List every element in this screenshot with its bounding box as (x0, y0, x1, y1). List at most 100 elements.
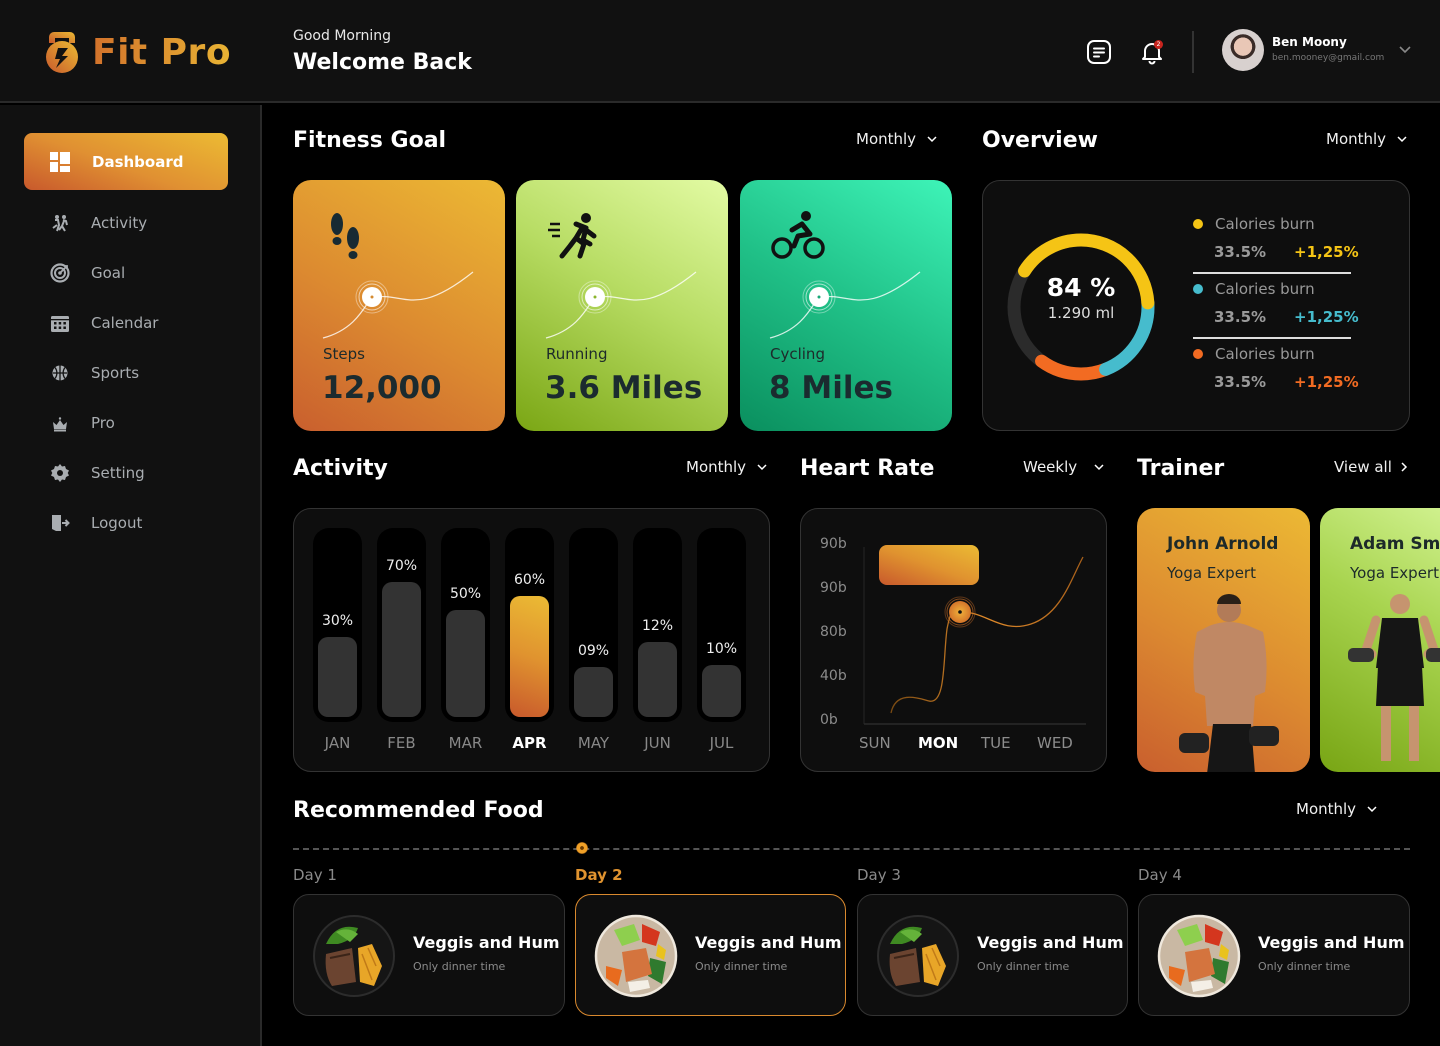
notes-icon[interactable] (1086, 39, 1112, 65)
heart-rate-highlight-point[interactable] (944, 596, 976, 628)
food-card[interactable]: Veggis and Hum Only dinner time (857, 894, 1128, 1016)
bar-jun[interactable] (638, 642, 677, 717)
sidebar-item-goal[interactable]: Goal (50, 263, 125, 283)
bar-jan[interactable] (318, 637, 357, 717)
sidebar-item-pro[interactable]: Pro (50, 413, 115, 433)
trainer-photo (1179, 594, 1279, 772)
sidebar-item-sports[interactable]: Sports (50, 363, 139, 383)
fitness-goal-title: Fitness Goal (293, 128, 447, 153)
chevron-down-icon (757, 464, 767, 471)
food-card[interactable]: Veggis and Hum Only dinner time (293, 894, 565, 1016)
fitness-goal-period-dropdown[interactable]: Monthly (856, 130, 938, 148)
sidebar-item-label: Dashboard (92, 152, 184, 171)
y-tick-label: 90b (820, 536, 847, 552)
bar-track: 70% (377, 528, 426, 722)
welcome-title: Welcome Back (293, 50, 472, 75)
sidebar-item-dashboard[interactable]: Dashboard (24, 133, 228, 190)
sidebar-item-logout[interactable]: Logout (50, 513, 142, 533)
sidebar-item-label: Goal (91, 264, 126, 282)
gear-icon (51, 464, 69, 482)
food-title: Veggis and Hum (977, 933, 1124, 952)
activity-title: Activity (293, 456, 388, 481)
bar-track: 10% (697, 528, 746, 722)
overview-center: 84 % 1.290 ml (1003, 273, 1159, 322)
bar-value-label: 50% (449, 586, 482, 602)
fitness-card-steps[interactable]: Steps 12,000 (293, 180, 505, 431)
fitness-card-value: 3.6 Miles (545, 370, 703, 406)
target-icon (50, 263, 70, 283)
heart-rate-period-dropdown[interactable]: Weekly (1023, 458, 1105, 476)
legend-change: +1,25% (1294, 308, 1359, 326)
legend-dot-yellow (1193, 219, 1203, 229)
food-period-dropdown[interactable]: Monthly (1296, 800, 1378, 818)
fitness-card-cycling[interactable]: Cycling 8 Miles (740, 180, 952, 431)
user-name: Ben Moony (1272, 35, 1347, 49)
bar-may[interactable] (574, 667, 613, 717)
trainer-title: Trainer (1137, 456, 1225, 481)
user-email: ben.mooney@gmail.com (1272, 53, 1385, 63)
chevron-down-icon (927, 136, 937, 143)
food-title: Veggis and Hum (695, 933, 842, 952)
chevron-down-icon[interactable] (1398, 42, 1412, 56)
food-title: Veggis and Hum (1258, 933, 1405, 952)
poke-bowl-image (1157, 914, 1241, 998)
activity-period-dropdown[interactable]: Monthly (686, 458, 768, 476)
trainer-photo (1348, 594, 1440, 761)
legend-divider (1193, 337, 1351, 339)
notification-bell-button[interactable]: 2 (1139, 39, 1165, 65)
bar-track: 30% (313, 528, 362, 722)
food-title: Veggis and Hum (413, 933, 560, 952)
overview-legend-item: Calories burn 33.5% +1,25% (1193, 215, 1359, 261)
bar-apr[interactable] (510, 596, 549, 717)
trainer-card[interactable]: Adam Smith Yoga Expert (1320, 508, 1440, 772)
y-tick-label: 0b (820, 712, 838, 728)
legend-label: Calories burn (1215, 280, 1315, 298)
food-subtitle: Only dinner time (413, 960, 506, 973)
legend-divider (1193, 272, 1351, 274)
basketball-icon (52, 365, 68, 381)
bar-mar[interactable] (446, 610, 485, 717)
y-tick-label: 90b (820, 580, 847, 596)
legend-label: Calories burn (1215, 345, 1315, 363)
overview-period-dropdown[interactable]: Monthly (1326, 130, 1408, 148)
x-tick-label: SUN (859, 734, 891, 752)
trainer-name: John Arnold (1167, 534, 1279, 554)
steak-plate-image (877, 915, 959, 997)
sidebar-item-label: Setting (91, 464, 145, 482)
greeting: Good Morning Welcome Back (293, 28, 472, 75)
fitness-card-running[interactable]: Running 3.6 Miles (516, 180, 728, 431)
header-divider (1192, 31, 1194, 73)
food-timeline (293, 848, 1410, 850)
overview-legend-item: Calories burn 33.5% +1,25% (1193, 280, 1359, 326)
legend-value: 33.5% (1214, 373, 1267, 391)
sidebar-item-setting[interactable]: Setting (50, 463, 145, 483)
bar-feb[interactable] (382, 582, 421, 717)
user-avatar[interactable] (1222, 29, 1264, 71)
food-subtitle: Only dinner time (695, 960, 788, 973)
notification-badge: 2 (1154, 40, 1163, 49)
calendar-icon (51, 316, 69, 332)
chevron-right-icon (1401, 462, 1407, 472)
food-card[interactable]: Veggis and Hum Only dinner time (1138, 894, 1410, 1016)
day-label-active: Day 2 (575, 866, 623, 884)
x-tick-label: MAY (577, 734, 610, 752)
food-title: Recommended Food (293, 798, 544, 823)
greeting-small: Good Morning (293, 28, 391, 44)
timeline-marker[interactable] (576, 842, 588, 854)
bar-value-label: 10% (705, 641, 738, 657)
dashboard-icon (50, 151, 70, 172)
food-card-active[interactable]: Veggis and Hum Only dinner time (575, 894, 846, 1016)
bar-value-label: 70% (385, 558, 418, 574)
footsteps-icon (331, 213, 359, 259)
sidebar-item-activity[interactable]: Activity (50, 213, 147, 233)
day-label: Day 4 (1138, 866, 1182, 884)
trainer-card[interactable]: John Arnold Yoga Expert (1137, 508, 1310, 772)
overview-volume: 1.290 ml (1047, 304, 1115, 322)
app-logo[interactable]: Fit Pro (42, 28, 231, 76)
sidebar-item-label: Calendar (91, 314, 159, 332)
day-label: Day 1 (293, 866, 337, 884)
sidebar-item-calendar[interactable]: Calendar (50, 313, 158, 333)
x-tick-label: JUL (709, 734, 734, 752)
bar-jul[interactable] (702, 665, 741, 717)
trainer-view-all-link[interactable]: View all (1334, 458, 1410, 476)
